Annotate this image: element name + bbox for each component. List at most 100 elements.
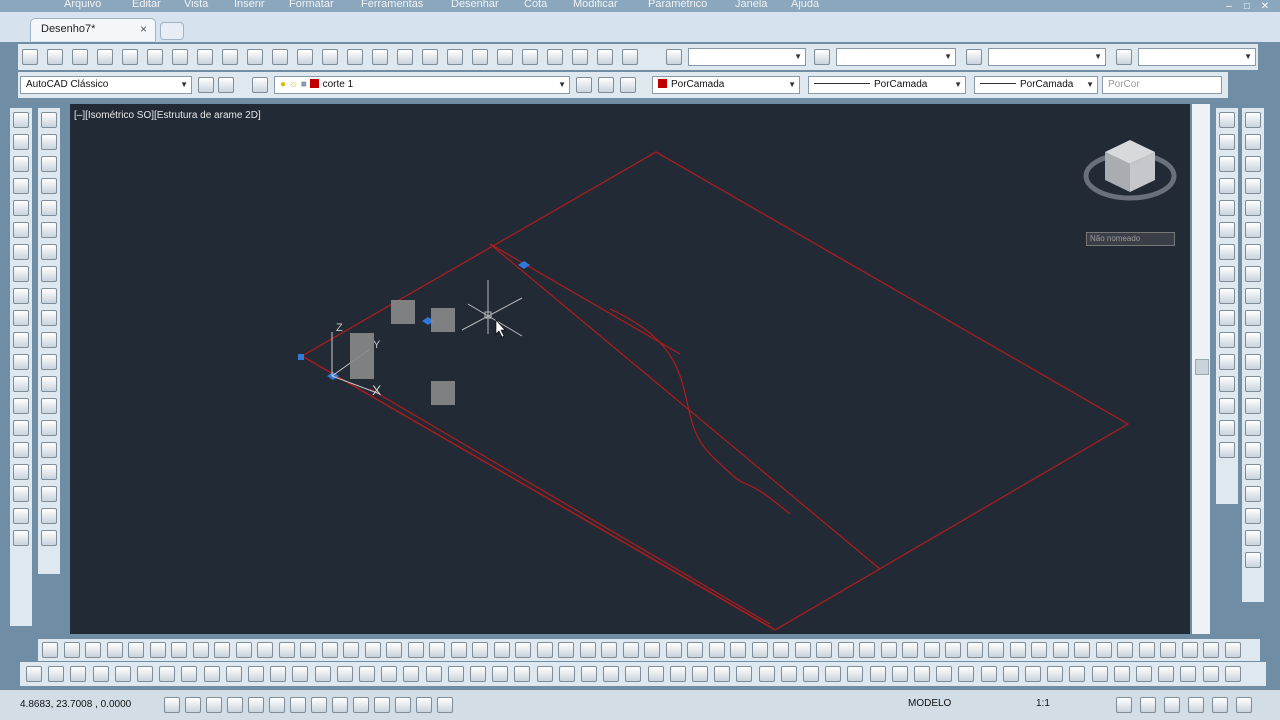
osnap-tool-icon-45[interactable] bbox=[988, 642, 1004, 658]
utility-tool-icon-55[interactable] bbox=[1224, 666, 1241, 682]
osnap-tool-icon-9[interactable] bbox=[214, 642, 230, 658]
table-style-combo[interactable]: ▼ bbox=[988, 48, 1106, 66]
osnap-tool-icon-23[interactable] bbox=[515, 642, 531, 658]
osnap-tool-icon-50[interactable] bbox=[1095, 642, 1112, 658]
dimension-tool-icon-4[interactable] bbox=[1245, 178, 1261, 194]
plotstyle-combo[interactable]: PorCor bbox=[1102, 76, 1222, 94]
utility-tool-icon-2[interactable] bbox=[48, 666, 65, 682]
utility-tool-icon-54[interactable] bbox=[1202, 666, 1219, 682]
modeling-tool-icon-2[interactable] bbox=[41, 134, 57, 150]
utility-tool-icon-3[interactable] bbox=[70, 666, 87, 682]
status-toggle-icon-9[interactable] bbox=[332, 697, 348, 713]
osnap-tool-icon-44[interactable] bbox=[966, 642, 983, 658]
osnap-tool-icon-8[interactable] bbox=[192, 642, 209, 658]
utility-tool-icon-12[interactable] bbox=[270, 666, 287, 682]
osnap-tool-icon-3[interactable] bbox=[85, 642, 101, 658]
utility-tool-icon-18[interactable] bbox=[403, 666, 420, 682]
dimension-tool-icon-15[interactable] bbox=[1245, 420, 1261, 436]
modeling-tool-icon-20[interactable] bbox=[41, 530, 57, 546]
table-icon[interactable] bbox=[13, 486, 29, 502]
save-icon[interactable] bbox=[72, 49, 88, 65]
region-icon[interactable] bbox=[13, 464, 29, 480]
layer-combo[interactable]: ● ☼ ■ corte 1 ▼ bbox=[274, 76, 570, 94]
osnap-tool-icon-47[interactable] bbox=[1031, 642, 1047, 658]
osnap-tool-icon-43[interactable] bbox=[945, 642, 961, 658]
utility-tool-icon-47[interactable] bbox=[1047, 666, 1064, 682]
modeling-tool-icon-11[interactable] bbox=[41, 332, 57, 348]
osnap-tool-icon-30[interactable] bbox=[665, 642, 682, 658]
osnap-tool-icon-4[interactable] bbox=[106, 642, 123, 658]
insert-block-icon[interactable] bbox=[13, 354, 29, 370]
utility-tool-icon-37[interactable] bbox=[825, 666, 842, 682]
utility-tool-icon-17[interactable] bbox=[381, 666, 398, 682]
osnap-tool-icon-17[interactable] bbox=[386, 642, 402, 658]
dimension-tool-icon-6[interactable] bbox=[1245, 222, 1261, 238]
properties-icon[interactable] bbox=[472, 49, 488, 65]
coordinates-readout[interactable]: 4.8683, 23.7008 , 0.0000 bbox=[20, 699, 131, 710]
menu-item-arquivo[interactable]: Arquivo bbox=[64, 0, 101, 10]
utility-tool-icon-51[interactable] bbox=[1136, 666, 1152, 682]
utility-tool-icon-43[interactable] bbox=[958, 666, 975, 682]
trim-icon[interactable] bbox=[1219, 310, 1235, 326]
revision-cloud-icon[interactable] bbox=[13, 266, 29, 282]
utility-tool-icon-16[interactable] bbox=[359, 666, 375, 682]
utility-tool-icon-33[interactable] bbox=[736, 666, 753, 682]
status-toggle-icon-6[interactable] bbox=[269, 697, 285, 713]
modeling-tool-icon-6[interactable] bbox=[41, 222, 57, 238]
dimension-tool-icon-7[interactable] bbox=[1245, 244, 1261, 260]
menu-item-inserir[interactable]: Inserir bbox=[234, 0, 265, 10]
modeling-tool-icon-4[interactable] bbox=[41, 178, 57, 194]
utility-tool-icon-5[interactable] bbox=[114, 666, 131, 682]
join-icon[interactable] bbox=[1219, 376, 1235, 392]
layer-previous-icon[interactable] bbox=[598, 77, 614, 93]
zoom-previous-icon[interactable] bbox=[447, 49, 463, 65]
status-toggle-icon-8[interactable] bbox=[311, 697, 327, 713]
osnap-tool-icon-53[interactable] bbox=[1160, 642, 1176, 658]
status-toggle-icon-7[interactable] bbox=[290, 697, 306, 713]
osnap-tool-icon-46[interactable] bbox=[1009, 642, 1026, 658]
osnap-tool-icon-36[interactable] bbox=[794, 642, 811, 658]
status-toggle-icon-1[interactable] bbox=[164, 697, 180, 713]
status-toggle-icon-14[interactable] bbox=[437, 697, 453, 713]
stretch-icon[interactable] bbox=[1219, 288, 1235, 304]
modeling-tool-icon-3[interactable] bbox=[41, 156, 57, 172]
osnap-tool-icon-29[interactable] bbox=[644, 642, 660, 658]
menu-item-desenhar[interactable]: Desenhar bbox=[451, 0, 499, 10]
utility-tool-icon-23[interactable] bbox=[514, 666, 531, 682]
utility-tool-icon-31[interactable] bbox=[692, 666, 708, 682]
modeling-tool-icon-18[interactable] bbox=[41, 486, 57, 502]
osnap-tool-icon-54[interactable] bbox=[1181, 642, 1198, 658]
break-icon[interactable] bbox=[1219, 354, 1235, 370]
redo-icon[interactable] bbox=[347, 49, 363, 65]
make-current-layer-icon[interactable] bbox=[576, 77, 592, 93]
status-toggle-icon-5[interactable] bbox=[248, 697, 264, 713]
osnap-tool-icon-49[interactable] bbox=[1074, 642, 1090, 658]
utility-tool-icon-49[interactable] bbox=[1091, 666, 1108, 682]
osnap-tool-icon-7[interactable] bbox=[171, 642, 187, 658]
status-toggle-icon-12[interactable] bbox=[395, 697, 411, 713]
modeling-tool-icon-15[interactable] bbox=[41, 420, 57, 436]
modeling-tool-icon-7[interactable] bbox=[41, 244, 57, 260]
utility-tool-icon-6[interactable] bbox=[137, 666, 153, 682]
status-toggle-icon-3[interactable] bbox=[206, 697, 222, 713]
chamfer-icon[interactable] bbox=[1219, 398, 1235, 414]
osnap-tool-icon-24[interactable] bbox=[536, 642, 553, 658]
status-toggle-icon-4[interactable] bbox=[227, 697, 243, 713]
utility-tool-icon-21[interactable] bbox=[470, 666, 486, 682]
utility-tool-icon-53[interactable] bbox=[1180, 666, 1197, 682]
modeling-tool-icon-5[interactable] bbox=[41, 200, 57, 216]
utility-tool-icon-34[interactable] bbox=[758, 666, 775, 682]
utility-tool-icon-27[interactable] bbox=[603, 666, 620, 682]
dimension-tool-icon-18[interactable] bbox=[1245, 486, 1261, 502]
osnap-tool-icon-11[interactable] bbox=[257, 642, 273, 658]
dimension-tool-icon-5[interactable] bbox=[1245, 200, 1261, 216]
polyline-icon[interactable] bbox=[13, 156, 29, 172]
gradient-icon[interactable] bbox=[13, 442, 29, 458]
table-style-icon[interactable] bbox=[966, 49, 982, 65]
extend-icon[interactable] bbox=[1219, 332, 1235, 348]
osnap-tool-icon-1[interactable] bbox=[42, 642, 58, 658]
utility-tool-icon-38[interactable] bbox=[847, 666, 864, 682]
construction-line-icon[interactable] bbox=[13, 134, 29, 150]
layer-manager-icon[interactable] bbox=[252, 77, 268, 93]
explode-icon[interactable] bbox=[1219, 442, 1235, 458]
